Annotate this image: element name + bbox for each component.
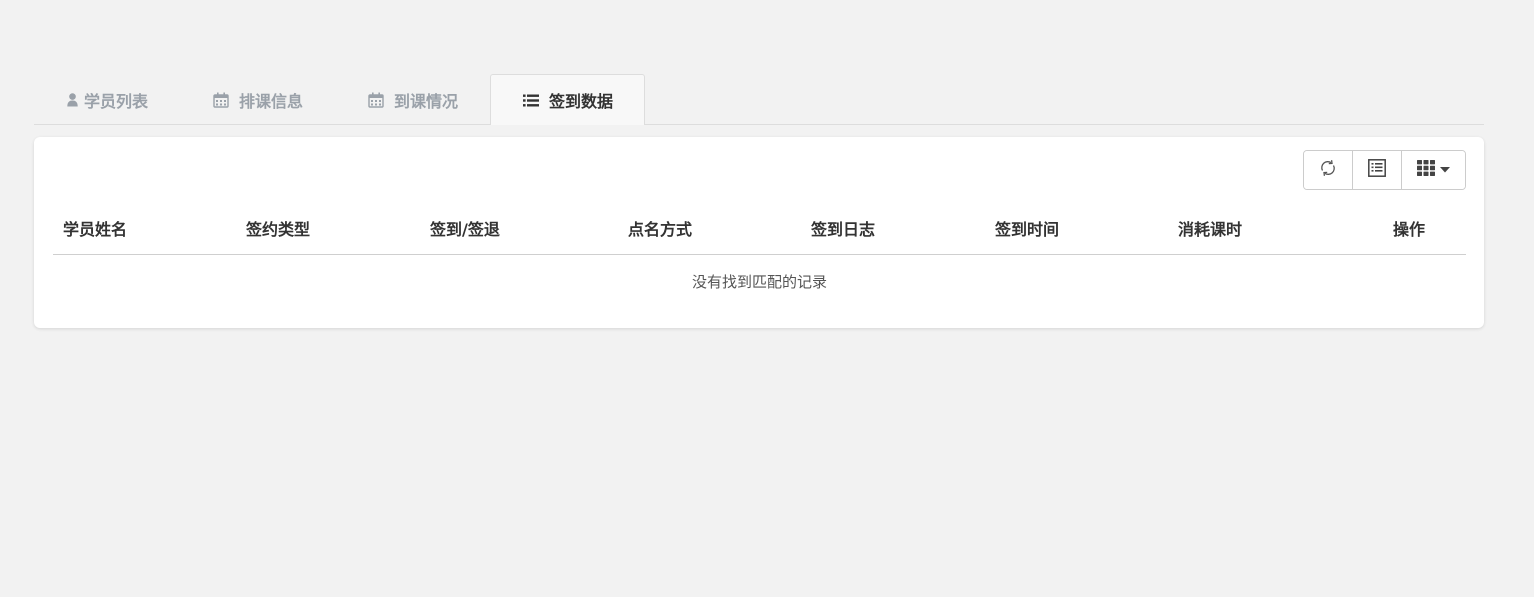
table-toolbar — [1303, 150, 1466, 190]
tab-label: 排课信息 — [239, 91, 304, 111]
column-header[interactable]: 消耗课时 — [1178, 209, 1242, 254]
column-header[interactable]: 学员姓名 — [63, 209, 127, 254]
page-wrapper: 学员列表 排课信息 到课情况 签到数据 学员姓名 签约类型 签到/签退 点名方式… — [34, 74, 1484, 328]
caret-down-icon — [1440, 167, 1450, 173]
column-header[interactable]: 签到/签退 — [430, 209, 500, 254]
columns-dropdown-button[interactable] — [1402, 151, 1465, 189]
column-header[interactable]: 签到日志 — [811, 209, 875, 254]
tab-bar: 学员列表 排课信息 到课情况 签到数据 — [34, 74, 1484, 125]
refresh-icon — [1319, 159, 1337, 181]
tab-student-list[interactable]: 学员列表 — [34, 74, 180, 124]
column-header[interactable]: 点名方式 — [628, 209, 692, 254]
tab-schedule-info[interactable]: 排课信息 — [180, 74, 335, 124]
table-header: 学员姓名 签约类型 签到/签退 点名方式 签到日志 签到时间 消耗课时 操作 — [53, 209, 1466, 255]
columns-icon — [1417, 160, 1435, 180]
tab-label: 到课情况 — [394, 91, 459, 111]
column-header[interactable]: 操作 — [1393, 209, 1425, 254]
tab-attendance[interactable]: 到课情况 — [335, 74, 490, 124]
column-header[interactable]: 签约类型 — [246, 209, 310, 254]
calendar-icon — [368, 92, 384, 108]
tab-label: 签到数据 — [549, 92, 614, 111]
refresh-button[interactable] — [1304, 151, 1353, 189]
calendar-icon — [213, 92, 229, 108]
empty-message: 没有找到匹配的记录 — [691, 273, 827, 291]
tab-label: 学员列表 — [84, 91, 149, 111]
tab-checkin-data[interactable]: 签到数据 — [490, 74, 646, 125]
table-panel: 学员姓名 签约类型 签到/签退 点名方式 签到日志 签到时间 消耗课时 操作 没… — [34, 137, 1484, 328]
list-icon — [523, 94, 540, 107]
user-icon — [67, 92, 78, 107]
toggle-view-button[interactable] — [1353, 151, 1402, 189]
column-header[interactable]: 签到时间 — [995, 209, 1059, 254]
toggle-view-icon — [1368, 159, 1386, 181]
